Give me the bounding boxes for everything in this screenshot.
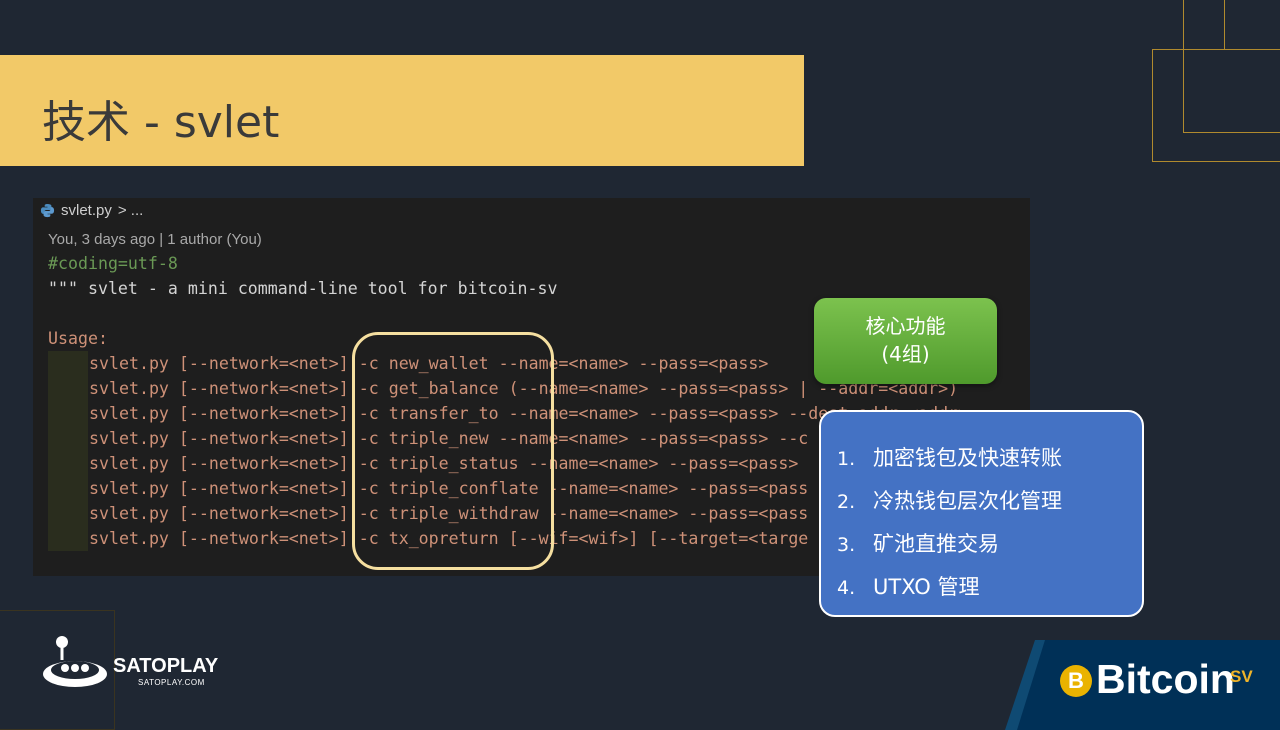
feature-item: 4. UTXO 管理 bbox=[837, 571, 979, 601]
python-file-icon bbox=[40, 203, 55, 218]
feature-text: UTXO 管理 bbox=[873, 575, 980, 599]
code-line: Usage: bbox=[48, 329, 108, 348]
bitcoin-sv-label: SV bbox=[1230, 667, 1253, 686]
decorative-frame bbox=[1183, 0, 1225, 50]
satoplay-name: SATOPLAY bbox=[113, 655, 219, 677]
feature-text: 加密钱包及快速转账 bbox=[873, 446, 1062, 470]
bitcoin-coin-icon: B bbox=[1060, 665, 1092, 697]
feature-text: 矿池直推交易 bbox=[873, 532, 999, 556]
core-features-callout: 核心功能 (4组) bbox=[814, 298, 997, 384]
breadcrumb-file[interactable]: svlet.py bbox=[61, 202, 112, 219]
git-blame-annotation[interactable]: You, 3 days ago | 1 author (You) bbox=[48, 231, 262, 248]
code-line: """ svlet - a mini command-line tool for… bbox=[48, 279, 558, 298]
slide-title: 技术 - svlet bbox=[42, 97, 280, 148]
feature-number: 1. bbox=[837, 448, 856, 470]
feature-text: 冷热钱包层次化管理 bbox=[873, 489, 1062, 513]
feature-number: 2. bbox=[837, 491, 856, 513]
feature-item: 2. 冷热钱包层次化管理 bbox=[837, 485, 1062, 515]
callout-subtitle: (4组) bbox=[881, 342, 930, 366]
feature-number: 3. bbox=[837, 534, 856, 556]
feature-item: 3. 矿池直推交易 bbox=[837, 528, 999, 558]
callout-title: 核心功能 bbox=[865, 314, 946, 338]
satoplay-url: SATOPLAY.COM bbox=[138, 678, 205, 687]
breadcrumb: svlet.py > ... bbox=[40, 202, 143, 219]
breadcrumb-rest: > ... bbox=[117, 202, 144, 219]
feature-list-box: 1. 加密钱包及快速转账 2. 冷热钱包层次化管理 3. 矿池直推交易 4. UTXO … bbox=[819, 410, 1144, 617]
command-highlight-box bbox=[352, 332, 554, 570]
indent-guide bbox=[48, 351, 88, 551]
decorative-frame bbox=[1183, 49, 1280, 133]
bitcoin-wordmark: Bitcoin bbox=[1096, 656, 1235, 702]
feature-item: 1. 加密钱包及快速转账 bbox=[837, 442, 1062, 472]
feature-number: 4. bbox=[837, 577, 856, 599]
code-line: #coding=utf-8 bbox=[48, 254, 178, 273]
